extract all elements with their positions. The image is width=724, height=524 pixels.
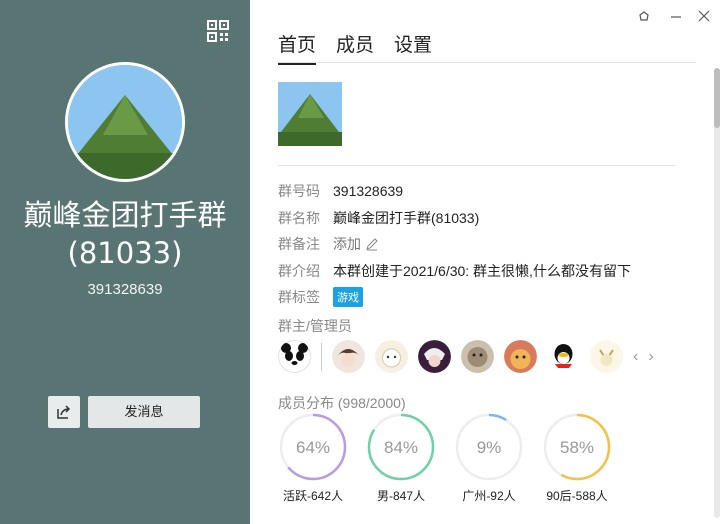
group-info: 群号码 391328639 群名称 巅峰金团打手群(81033) 群备注 添加 … xyxy=(278,178,631,311)
intro-label: 群介绍 xyxy=(278,262,320,279)
ring-percent: 64% xyxy=(296,438,330,457)
share-button[interactable] xyxy=(48,396,80,428)
tag-badge[interactable]: 游戏 xyxy=(333,287,363,308)
share-icon xyxy=(57,405,71,419)
admin-separator xyxy=(321,342,322,371)
admin-avatar[interactable] xyxy=(461,340,494,373)
tab-members[interactable]: 成员 xyxy=(336,30,374,65)
name-label: 群名称 xyxy=(278,209,320,226)
admin-avatar[interactable] xyxy=(278,340,311,373)
scrollbar-thumb[interactable] xyxy=(714,68,720,128)
qr-code-icon[interactable] xyxy=(207,20,229,42)
group-detail-panel: 首页 成员 设置 群号码 391328639 群名称 巅峰金团打手群(81033… xyxy=(250,0,724,524)
group-name-line1: 巅峰金团打手群 xyxy=(23,198,227,232)
admin-avatar[interactable] xyxy=(375,340,408,373)
group-name-line2: (81033) xyxy=(67,236,183,270)
ring-chart: 9% xyxy=(455,413,523,481)
distribution-ring[interactable]: 58% 90后-588人 xyxy=(542,412,612,504)
ring-chart: 84% xyxy=(367,413,435,481)
ring-caption: 男-847人 xyxy=(376,489,426,503)
number-label: 群号码 xyxy=(278,183,320,200)
distribution-ring[interactable]: 64% 活跃-642人 xyxy=(278,412,348,504)
ring-chart: 64% xyxy=(279,413,347,481)
distribution-title-text: 成员分布 xyxy=(278,395,334,411)
tab-settings[interactable]: 设置 xyxy=(394,30,432,65)
distribution-rings: 64% 活跃-642人 84% 男-847人 9% 广州-92人 58% 90后-588人 xyxy=(278,412,612,504)
group-name: 巅峰金团打手群 (81033) xyxy=(0,196,250,272)
admin-avatar[interactable] xyxy=(547,340,580,373)
ring-caption: 活跃-642人 xyxy=(282,489,344,503)
ring-caption: 90后-588人 xyxy=(546,489,608,503)
pencil-icon[interactable] xyxy=(365,237,379,251)
skin-icon[interactable] xyxy=(638,10,650,25)
name-value: 巅峰金团打手群(81033) xyxy=(333,209,480,226)
group-number: 391328639 xyxy=(87,281,163,298)
minimize-icon[interactable] xyxy=(670,10,682,25)
info-row-tags: 群标签 游戏 xyxy=(278,284,631,311)
admin-avatar[interactable] xyxy=(504,340,537,373)
info-row-number: 群号码 391328639 xyxy=(278,178,631,205)
remark-label: 群备注 xyxy=(278,236,320,253)
distribution-ring[interactable]: 84% 男-847人 xyxy=(366,412,436,504)
ring-caption: 广州-92人 xyxy=(462,489,516,503)
admin-avatar[interactable] xyxy=(332,340,365,373)
admin-avatar[interactable] xyxy=(418,340,451,373)
admins-next-arrow[interactable]: › xyxy=(648,348,653,366)
admin-list: ‹ › xyxy=(278,340,654,373)
scrollbar-track[interactable] xyxy=(714,68,720,518)
close-icon[interactable] xyxy=(698,10,710,25)
ring-chart: 58% xyxy=(543,413,611,481)
group-profile-panel: 巅峰金团打手群 (81033) 391328639 发消息 xyxy=(0,0,250,524)
distribution-count: (998/2000) xyxy=(337,395,406,411)
admin-avatar[interactable] xyxy=(590,340,623,373)
tags-label: 群标签 xyxy=(278,289,320,306)
intro-value: 本群创建于2021/6/30: 群主很懒,什么都没有留下 xyxy=(333,262,631,279)
ring-percent: 58% xyxy=(560,438,594,457)
info-row-intro: 群介绍 本群创建于2021/6/30: 群主很懒,什么都没有留下 xyxy=(278,258,631,285)
group-photo-thumbnail[interactable] xyxy=(278,82,342,146)
group-avatar[interactable] xyxy=(65,62,185,182)
tab-bar: 首页 成员 设置 xyxy=(278,30,432,65)
add-remark-link[interactable]: 添加 xyxy=(333,234,361,254)
admins-prev-arrow[interactable]: ‹ xyxy=(633,348,638,366)
info-row-remark: 群备注 添加 xyxy=(278,231,631,258)
ring-percent: 84% xyxy=(384,438,418,457)
number-value: 391328639 xyxy=(333,183,404,200)
info-row-name: 群名称 巅峰金团打手群(81033) xyxy=(278,205,631,232)
ring-percent: 9% xyxy=(477,438,502,457)
tab-home[interactable]: 首页 xyxy=(278,30,317,65)
section-divider xyxy=(278,165,676,166)
distribution-ring[interactable]: 9% 广州-92人 xyxy=(454,412,524,504)
tab-divider xyxy=(278,62,696,63)
admins-title: 群主/管理员 xyxy=(278,318,352,334)
distribution-title: 成员分布 (998/2000) xyxy=(278,393,406,413)
send-message-button[interactable]: 发消息 xyxy=(88,396,200,428)
